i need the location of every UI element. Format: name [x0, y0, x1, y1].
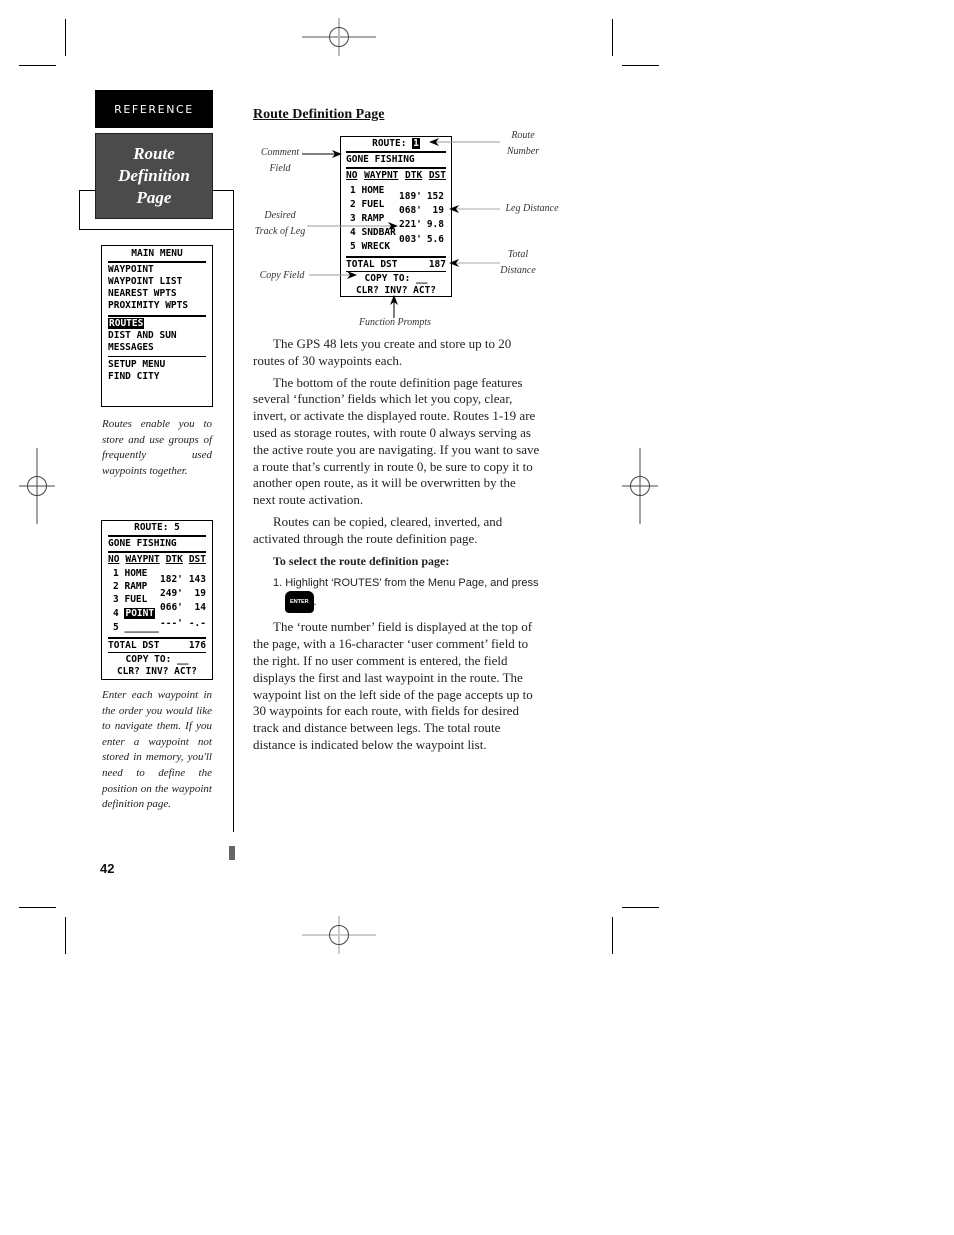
- col-header-dst: DST: [188, 554, 206, 565]
- route-comment: GONE FISHING: [108, 538, 177, 549]
- function-prompts[interactable]: CLR? INV? ACT?: [108, 666, 206, 678]
- leg-dst: 143: [188, 574, 206, 585]
- route-title: ROUTE: 5: [134, 522, 180, 533]
- crop-mark: [19, 907, 56, 908]
- paragraph: Routes can be copied, cleared, inverted,…: [253, 513, 503, 546]
- leg-dtk: 182': [160, 574, 183, 585]
- enter-key-icon: ENTER: [285, 591, 314, 614]
- callout-arrows: [302, 138, 500, 318]
- thumb-tab-marker: [229, 846, 235, 860]
- col-header-dtk: DTK: [165, 554, 183, 565]
- list-item[interactable]: 2 RAMP: [113, 581, 147, 593]
- sidebar-caption-routes: Routes enable you to store and use group…: [102, 418, 212, 477]
- leg-dtk: ---': [160, 618, 183, 629]
- body-text: The GPS 48 lets you create and store up …: [253, 336, 541, 759]
- route-5-screen: ROUTE: 5 GONE FISHING NO WAYPNT DTK DST …: [101, 520, 213, 680]
- paragraph: The ‘route number’ field is displayed at…: [253, 619, 533, 752]
- instruction-subheading: To select the route definition page:: [273, 553, 450, 568]
- menu-item-setup-menu[interactable]: SETUP MENU: [108, 359, 206, 371]
- copy-to-field[interactable]: COPY TO: __: [108, 654, 206, 666]
- menu-item-find-city[interactable]: FIND CITY: [108, 371, 206, 383]
- page-number: 42: [100, 861, 115, 876]
- paragraph: The GPS 48 lets you create and store up …: [253, 336, 512, 368]
- leg-dtk: 066': [160, 602, 183, 613]
- leg-dtk: 249': [160, 588, 183, 599]
- leg-dst: 14: [194, 602, 206, 613]
- paragraph: The bottom of the route definition page …: [253, 374, 540, 508]
- total-dst-value: 176: [188, 640, 206, 651]
- total-dst-label: TOTAL DST: [108, 640, 160, 651]
- menu-item-messages[interactable]: MESSAGES: [108, 342, 206, 354]
- list-item[interactable]: 1 HOME: [113, 568, 147, 580]
- leg-dst: 19: [194, 588, 206, 599]
- registration-mark-icon: [302, 916, 376, 954]
- registration-mark-icon: [622, 448, 658, 524]
- crop-mark: [612, 917, 613, 954]
- crop-mark: [622, 907, 659, 908]
- list-item[interactable]: 3 FUEL: [113, 594, 147, 606]
- crop-mark: [65, 917, 66, 954]
- col-header-waypnt: WAYPNT: [125, 554, 160, 565]
- col-header-no: NO: [108, 554, 120, 565]
- sidebar-caption-enter-waypoints: Enter each waypoint in the order you wou…: [102, 689, 212, 811]
- route-waypoint-list: 1 HOME 2 RAMP 3 FUEL 4 POINT 5 ______ 18…: [108, 568, 206, 636]
- list-item[interactable]: 5 ______: [113, 622, 159, 634]
- list-item-selected[interactable]: 4 POINT: [113, 608, 156, 620]
- instruction-step-1: 1. Highlight ‘ROUTES’ from the Menu Page…: [273, 575, 541, 614]
- leg-dst: -.-: [188, 618, 206, 629]
- registration-mark-icon: [19, 448, 55, 524]
